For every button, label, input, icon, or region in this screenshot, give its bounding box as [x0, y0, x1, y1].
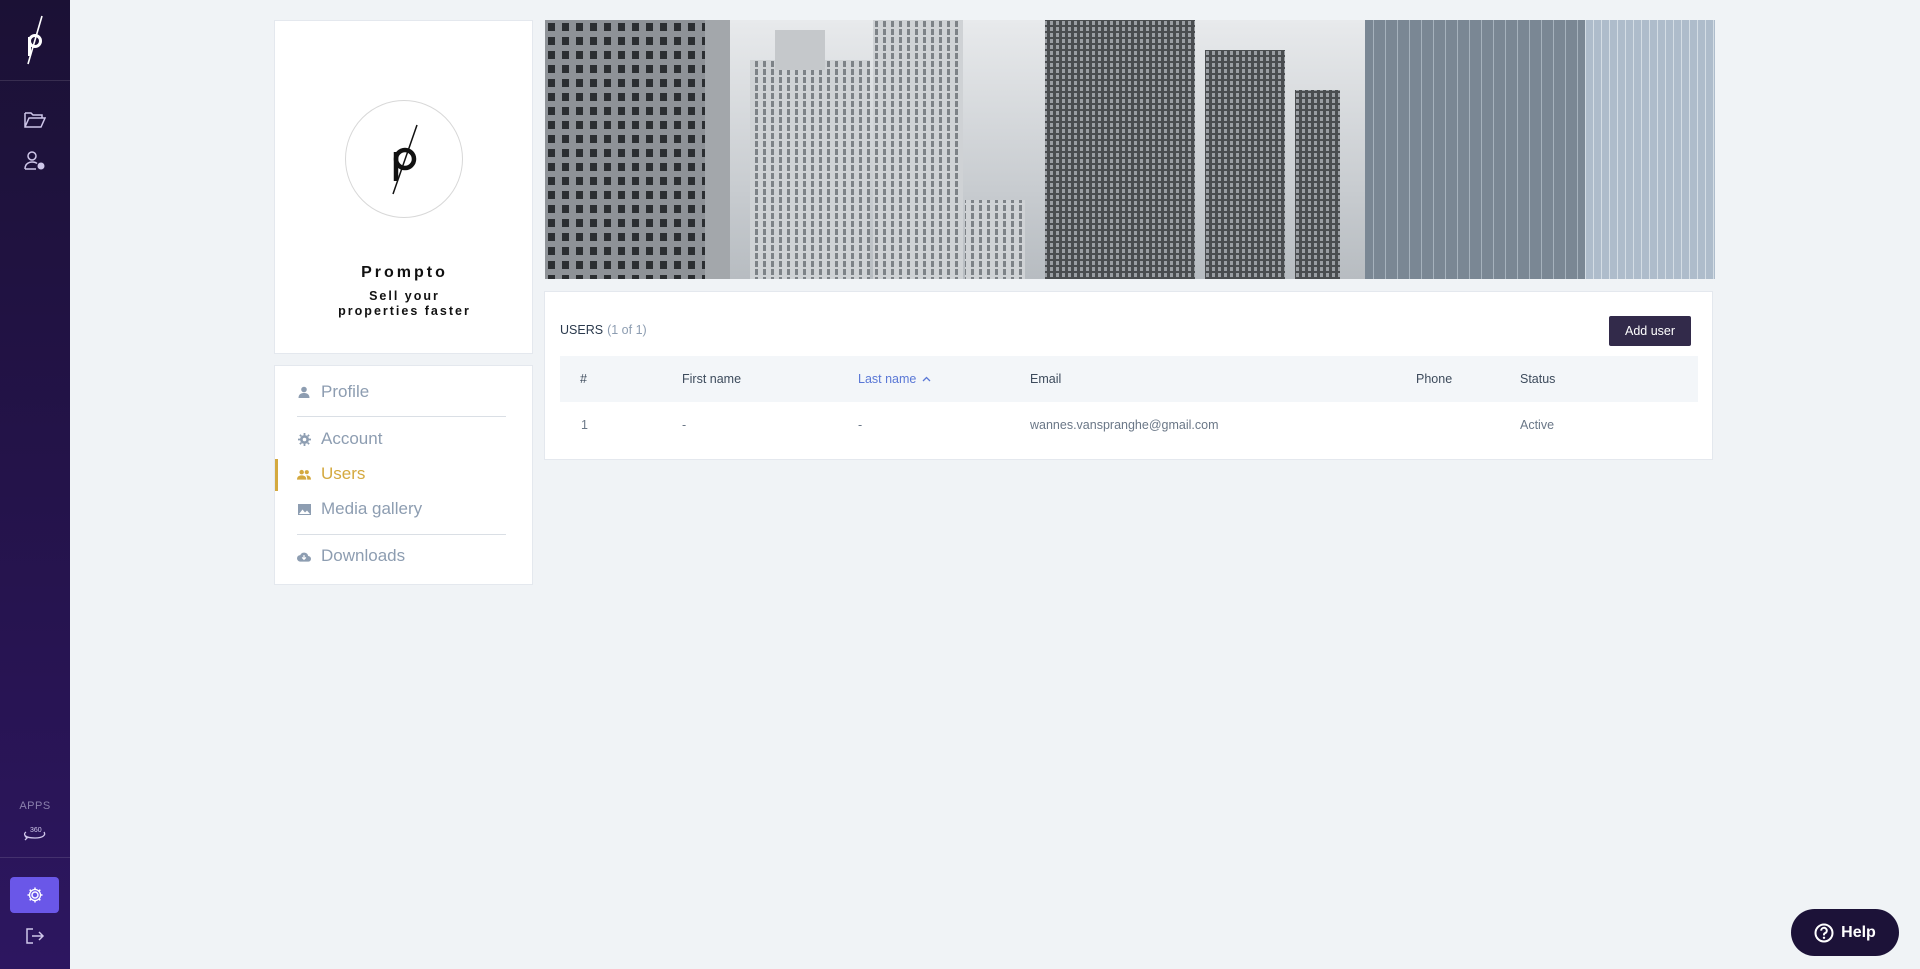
menu-item-account[interactable]: Account	[297, 425, 382, 453]
menu-item-downloads[interactable]: Downloads	[297, 542, 405, 570]
rail-divider	[0, 857, 70, 858]
cloud-download-icon	[297, 549, 311, 563]
users-heading: USERS (1 of 1)	[560, 323, 647, 337]
menu-item-label: Account	[321, 429, 383, 448]
settings-nav-button[interactable]	[10, 877, 59, 913]
app-sidebar: APPS 360	[0, 0, 70, 969]
cell-first-name: -	[682, 418, 687, 432]
menu-item-users[interactable]: Users	[297, 460, 365, 488]
logo-icon	[27, 15, 43, 65]
menu-item-media-gallery[interactable]: Media gallery	[297, 495, 422, 523]
gear-icon	[27, 887, 42, 903]
cell-index: 1	[581, 418, 588, 432]
cell-email: wannes.vanspranghe@gmail.com	[1030, 418, 1219, 432]
apps-label: APPS	[19, 800, 51, 812]
tagline-line-1: Sell your	[369, 289, 440, 303]
question-circle-icon	[1814, 923, 1834, 942]
logout-button[interactable]	[20, 921, 50, 951]
person-icon	[297, 385, 311, 399]
company-banner-image	[545, 20, 1715, 279]
column-header-label: Last name	[858, 372, 917, 386]
menu-item-profile[interactable]: Profile	[297, 378, 369, 406]
svg-text:360: 360	[30, 827, 42, 834]
folder-icon	[24, 112, 46, 128]
menu-item-label: Downloads	[321, 546, 406, 565]
360-viewer-app-button[interactable]: 360	[20, 818, 50, 848]
logout-icon	[26, 928, 45, 944]
360-view-icon: 360	[23, 827, 46, 841]
users-title: USERS	[560, 323, 604, 337]
projects-nav-button[interactable]	[20, 105, 50, 135]
menu-active-indicator	[275, 459, 278, 491]
company-avatar	[345, 100, 463, 218]
prompto-logo[interactable]	[0, 0, 70, 81]
users-panel: USERS (1 of 1) Add user # First name Last…	[544, 291, 1713, 460]
user-settings-nav-button[interactable]	[20, 146, 50, 176]
prompto-logo-icon	[392, 124, 418, 195]
skyscrapers-photo	[545, 20, 1715, 279]
menu-divider	[297, 534, 506, 535]
gear-icon	[297, 432, 311, 446]
menu-item-label: Profile	[321, 382, 370, 401]
cell-last-name: -	[858, 418, 863, 432]
sort-ascending-icon	[922, 376, 931, 382]
users-table-header: # First name Last name Email Phone Statu…	[560, 356, 1698, 402]
company-tagline: Sell your properties faster	[275, 289, 534, 319]
menu-item-label: Users	[321, 464, 366, 483]
users-count: (1 of 1)	[607, 323, 647, 337]
column-header-email[interactable]: Email	[1030, 372, 1061, 386]
company-profile-card: Prompto Sell your properties faster	[274, 20, 533, 354]
image-icon	[297, 502, 311, 516]
company-name: Prompto	[361, 264, 448, 281]
cell-status: Active	[1520, 418, 1555, 432]
menu-item-label: Media gallery	[321, 499, 423, 518]
tagline-line-2: properties faster	[338, 304, 471, 318]
user-settings-icon	[24, 151, 45, 170]
column-header-first-name[interactable]: First name	[682, 372, 741, 386]
people-icon	[297, 467, 311, 481]
column-header-phone[interactable]: Phone	[1416, 372, 1452, 386]
column-header-index[interactable]: #	[580, 372, 587, 386]
add-user-button[interactable]: Add user	[1609, 316, 1691, 346]
help-button[interactable]: Help	[1791, 909, 1899, 956]
menu-divider	[297, 416, 506, 417]
help-label: Help	[1841, 923, 1876, 941]
column-header-status[interactable]: Status	[1520, 372, 1555, 386]
column-header-last-name[interactable]: Last name	[858, 372, 931, 386]
settings-menu: Profile Account Users Media gallery Down…	[274, 365, 533, 585]
